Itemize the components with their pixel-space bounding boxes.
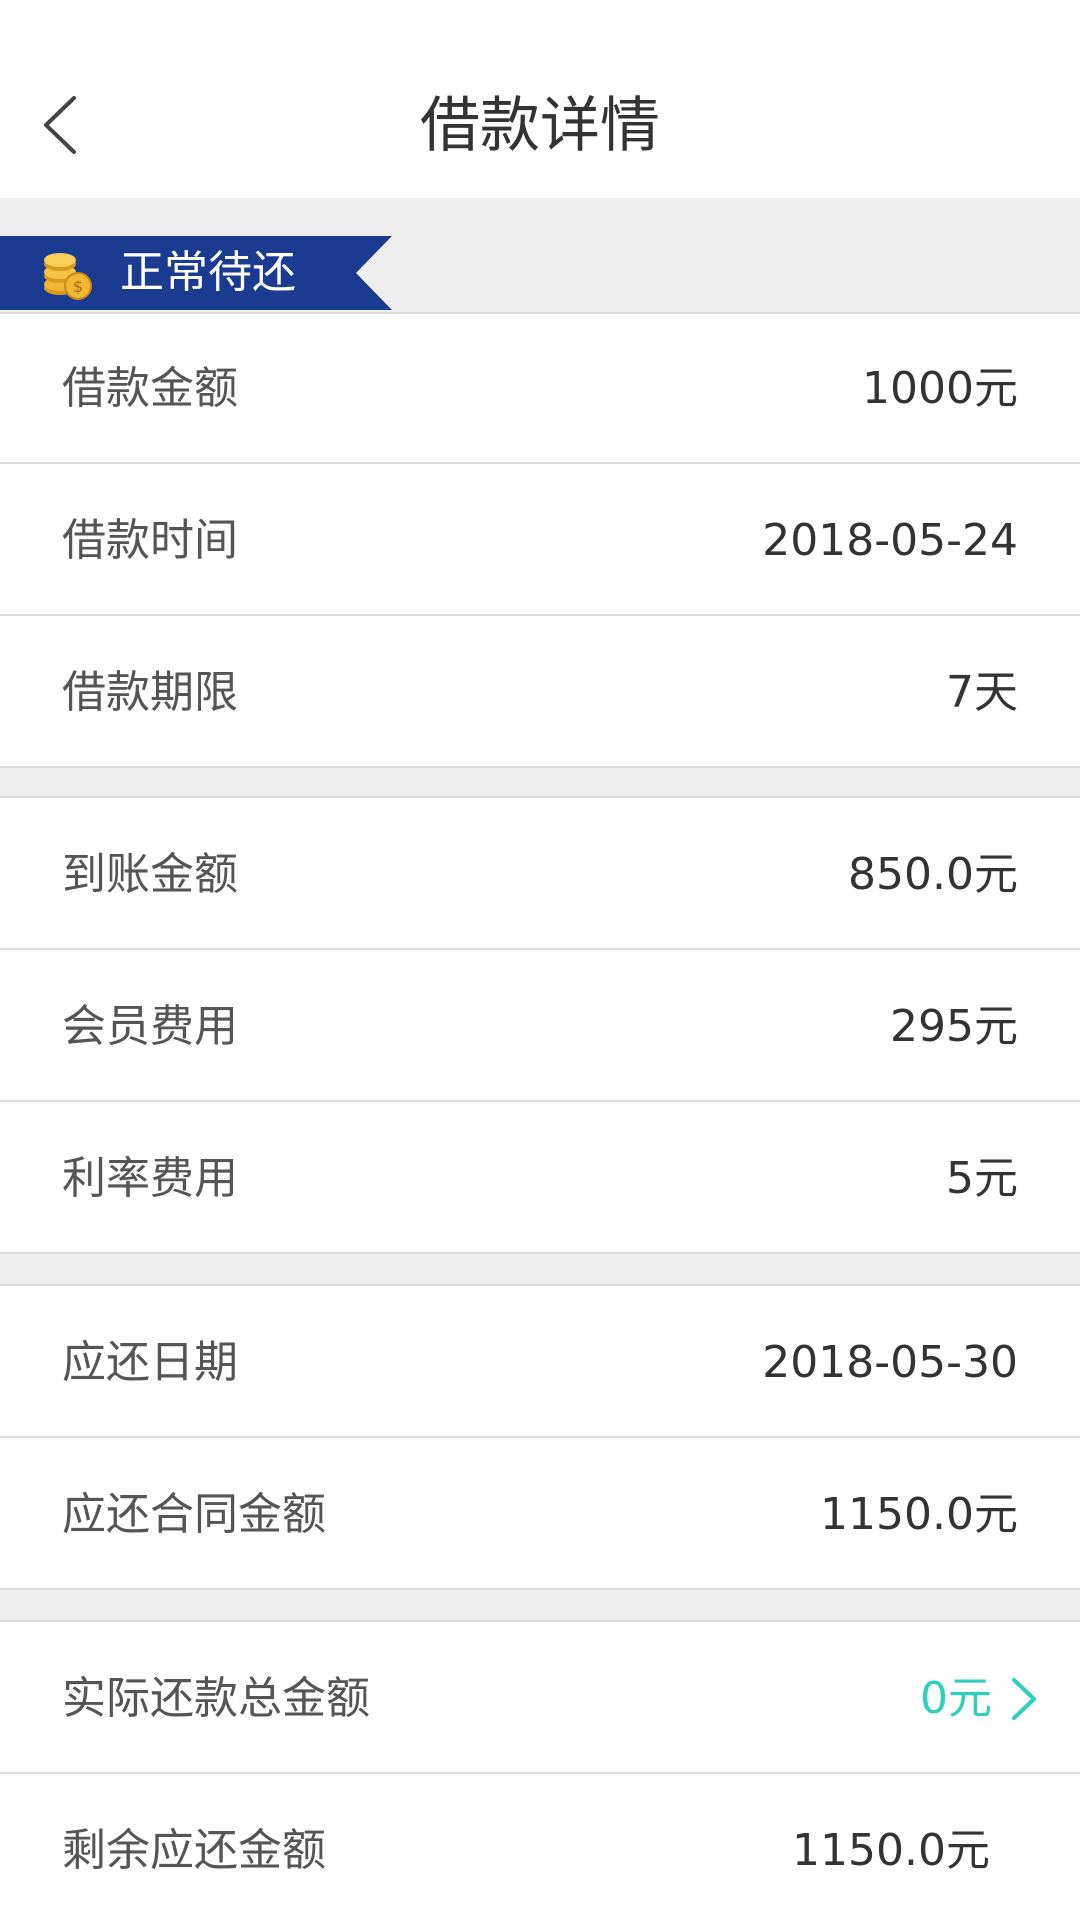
row-value: 2018-05-30: [762, 1337, 1018, 1388]
chevron-right-icon[interactable]: [1008, 1676, 1038, 1722]
row-contract-amount: 应还合同金额 1150.0元: [0, 1440, 1080, 1590]
row-label: 借款时间: [62, 515, 238, 566]
row-loan-amount: 借款金额 1000元: [0, 314, 1080, 464]
row-due-date: 应还日期 2018-05-30: [0, 1288, 1080, 1438]
app-header: 借款详情: [0, 0, 1080, 198]
row-interest-fee: 利率费用 5元: [0, 1104, 1080, 1254]
row-label: 应还合同金额: [62, 1489, 326, 1540]
row-label: 借款金额: [62, 363, 238, 414]
section-gap: [0, 1254, 1080, 1286]
row-label: 应还日期: [62, 1337, 238, 1388]
coins-icon: $: [44, 253, 92, 300]
row-value: 2018-05-24: [762, 515, 1018, 566]
section-gap: [0, 768, 1080, 798]
row-label: 会员费用: [62, 1001, 238, 1052]
row-value: 295元: [890, 1001, 1018, 1052]
actual-repayment-value[interactable]: 0元: [920, 1624, 992, 1774]
svg-text:$: $: [73, 277, 83, 296]
row-loan-term: 借款期限 7天: [0, 618, 1080, 768]
row-label: 剩余应还金额: [62, 1825, 326, 1876]
section-gap: [0, 1590, 1080, 1622]
row-member-fee: 会员费用 295元: [0, 952, 1080, 1102]
page-title: 借款详情: [420, 91, 660, 161]
row-value: 1150.0元: [792, 1825, 990, 1876]
row-received-amount: 到账金额 850.0元: [0, 800, 1080, 950]
row-value: 1150.0元: [820, 1489, 1018, 1540]
row-label: 利率费用: [62, 1153, 238, 1204]
row-label: 实际还款总金额: [62, 1673, 370, 1724]
row-value: 5元: [946, 1153, 1018, 1204]
row-label: 到账金额: [62, 849, 238, 900]
row-label: 借款期限: [62, 667, 238, 718]
status-section: $ 正常待还: [0, 198, 1080, 314]
row-value: 850.0元: [848, 849, 1018, 900]
row-loan-time: 借款时间 2018-05-24: [0, 466, 1080, 616]
row-value: 1000元: [862, 363, 1018, 414]
status-badge: $ 正常待还: [0, 236, 392, 310]
row-actual-repayment[interactable]: 实际还款总金额 0元: [0, 1624, 1080, 1774]
row-value: 7天: [946, 667, 1018, 718]
row-remaining-amount: 剩余应还金额 1150.0元: [0, 1776, 1080, 1926]
status-label: 正常待还: [120, 247, 296, 298]
